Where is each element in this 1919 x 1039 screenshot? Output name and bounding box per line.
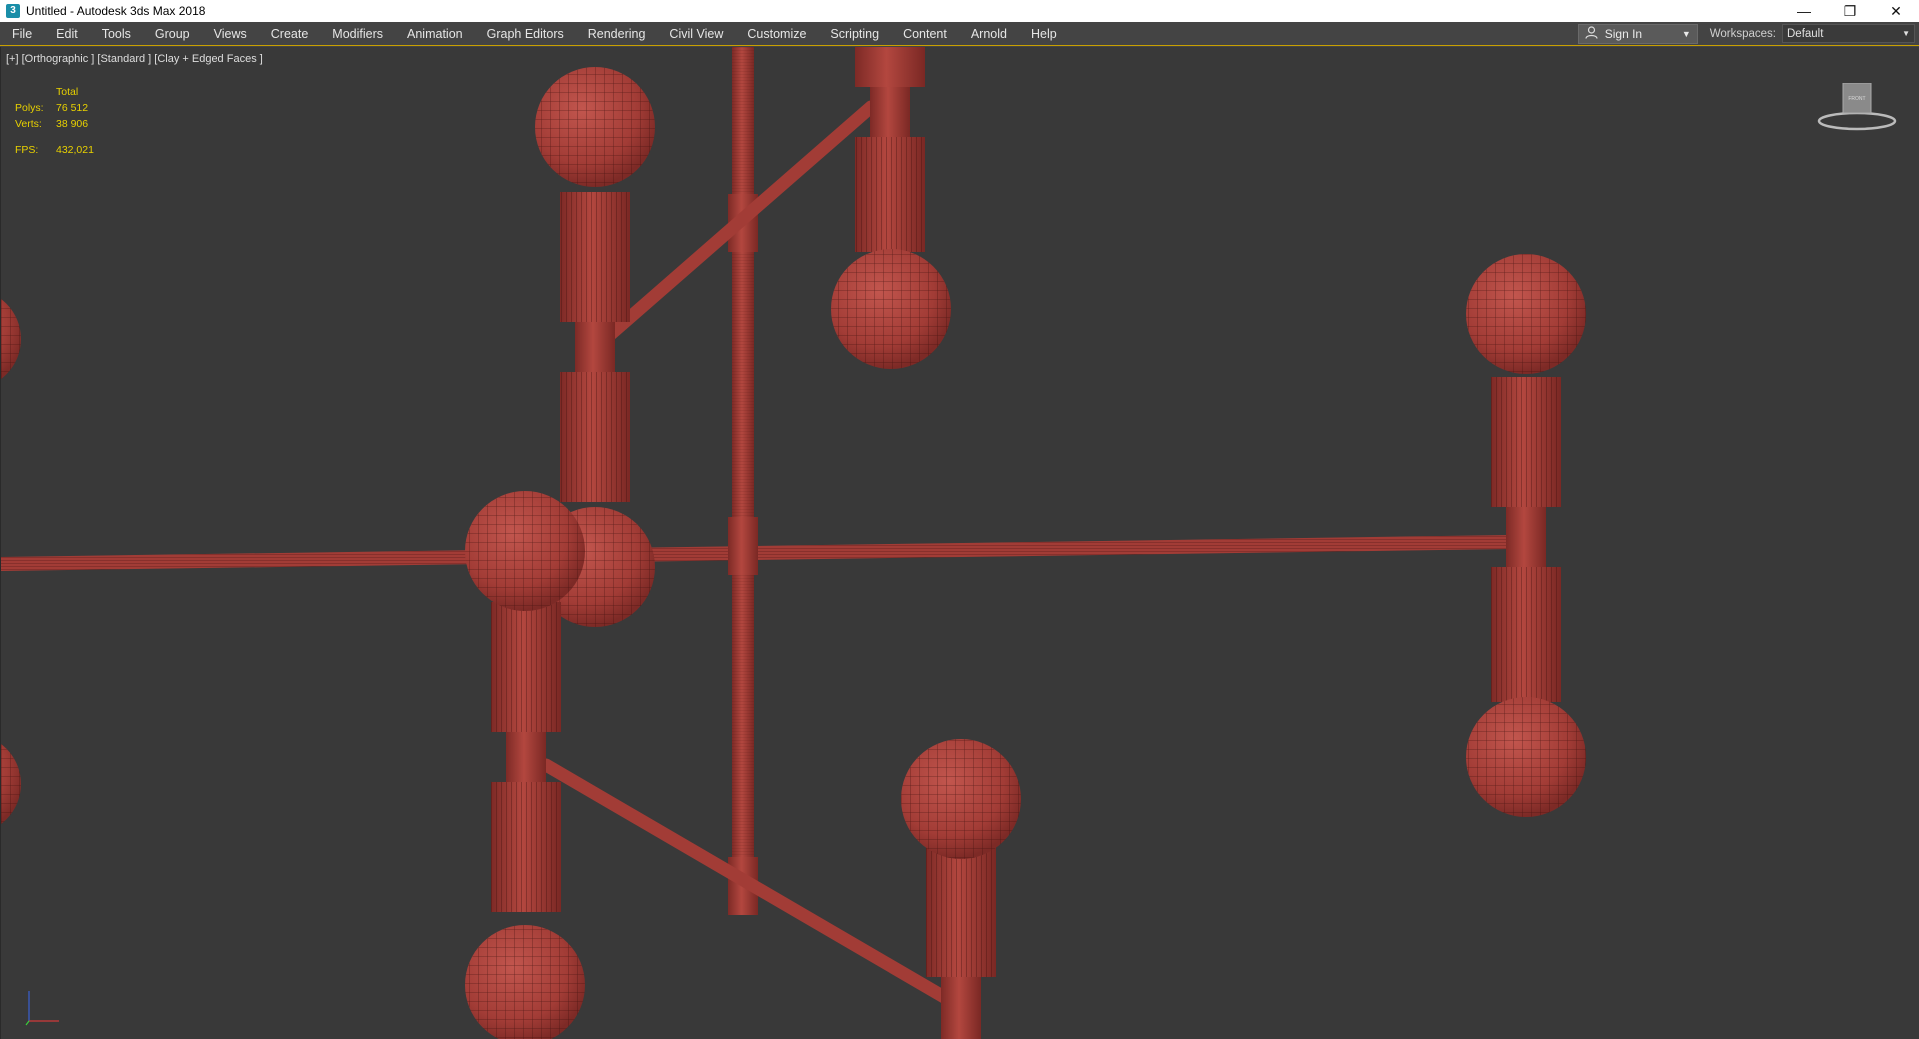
menu-graph-editors[interactable]: Graph Editors <box>475 22 576 46</box>
verts-label: Verts: <box>15 118 42 130</box>
scene-model[interactable] <box>1 47 1919 1039</box>
column-top-middle <box>831 47 951 369</box>
sign-in-label: Sign In <box>1604 26 1643 41</box>
viewcube[interactable]: FRONT <box>1817 82 1897 133</box>
menu-group[interactable]: Group <box>143 22 202 46</box>
workspaces-label: Workspaces: <box>1709 27 1776 40</box>
viewport-label[interactable]: [+] [Orthographic ] [Standard ] [Clay + … <box>6 53 263 65</box>
menu-civil-view[interactable]: Civil View <box>657 22 735 46</box>
menu-animation[interactable]: Animation <box>395 22 475 46</box>
menu-file[interactable]: File <box>0 22 44 46</box>
menu-tools[interactable]: Tools <box>90 22 143 46</box>
menu-bar: File Edit Tools Group Views Create Modif… <box>0 22 1919 46</box>
minimize-button[interactable]: — <box>1781 0 1827 22</box>
column-bottom-middle <box>901 739 1021 1039</box>
workspaces-value: Default <box>1787 27 1824 40</box>
restore-button[interactable]: ❐ <box>1827 0 1873 22</box>
user-icon <box>1585 25 1599 42</box>
vertical-rod <box>728 47 758 915</box>
menu-customize[interactable]: Customize <box>735 22 818 46</box>
fps-value: 432,021 <box>56 144 94 156</box>
menu-modifiers[interactable]: Modifiers <box>320 22 395 46</box>
polys-label: Polys: <box>15 102 44 114</box>
close-button[interactable]: ✕ <box>1873 0 1919 22</box>
menu-scripting[interactable]: Scripting <box>818 22 891 46</box>
menu-views[interactable]: Views <box>202 22 259 46</box>
chevron-down-icon: ▼ <box>1902 29 1910 38</box>
fps-label: FPS: <box>15 144 39 156</box>
close-icon: ✕ <box>1890 2 1902 19</box>
menu-arnold[interactable]: Arnold <box>959 22 1019 46</box>
sign-in-button[interactable]: Sign In ▼ <box>1577 23 1698 44</box>
viewport-statistics: Total Polys: 76 512 Verts: 38 906 FPS: 432,… <box>15 84 94 158</box>
app-icon: 3 <box>6 4 20 18</box>
minimize-icon: — <box>1797 3 1811 19</box>
axis-tripod-icon <box>23 987 63 1027</box>
workspaces-dropdown[interactable]: Default ▼ <box>1782 24 1915 43</box>
polys-value: 76 512 <box>56 102 89 114</box>
chevron-down-icon: ▼ <box>1681 28 1691 39</box>
menu-create[interactable]: Create <box>259 22 321 46</box>
menu-help[interactable]: Help <box>1019 22 1069 46</box>
menu-rendering[interactable]: Rendering <box>576 22 658 46</box>
menu-content[interactable]: Content <box>891 22 959 46</box>
verts-value: 38 906 <box>56 118 89 130</box>
viewcube-face-label: FRONT <box>1848 96 1865 102</box>
window-title: Untitled - Autodesk 3ds Max 2018 <box>26 4 206 18</box>
column-left-lower <box>465 491 585 1039</box>
stats-spacer <box>15 84 56 100</box>
stats-total-label: Total <box>56 86 79 98</box>
restore-icon: ❐ <box>1843 2 1857 19</box>
title-bar: 3 Untitled - Autodesk 3ds Max 2018 — ❐ ✕ <box>0 0 1919 22</box>
menu-edit[interactable]: Edit <box>44 22 90 46</box>
viewport[interactable]: [+] [Orthographic ] [Standard ] [Clay + … <box>0 47 1919 1039</box>
